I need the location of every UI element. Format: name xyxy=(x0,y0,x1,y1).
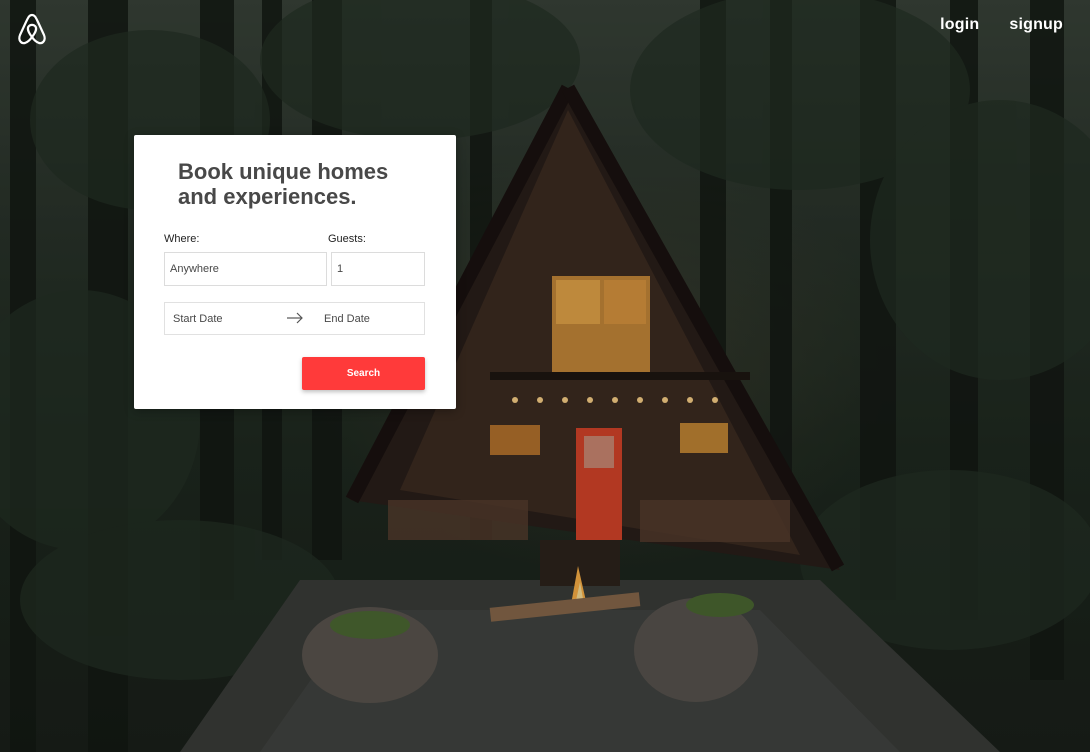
guests-label: Guests: xyxy=(328,233,366,245)
booking-card: Book unique homes and experiences. Where… xyxy=(134,135,456,409)
where-input[interactable] xyxy=(164,252,327,286)
start-date-input[interactable]: Start Date xyxy=(173,313,223,325)
where-label: Where: xyxy=(164,233,200,245)
arrow-right-icon xyxy=(287,312,303,324)
signup-link[interactable]: signup xyxy=(1009,16,1063,34)
airbnb-belo-icon xyxy=(18,13,46,45)
guests-input[interactable] xyxy=(331,252,425,286)
airbnb-logo[interactable] xyxy=(16,12,48,46)
date-range-picker[interactable]: Start Date End Date xyxy=(164,302,425,335)
end-date-input[interactable]: End Date xyxy=(324,313,370,325)
card-title: Book unique homes and experiences. xyxy=(178,159,389,209)
top-nav: login signup xyxy=(940,16,1063,34)
login-link[interactable]: login xyxy=(940,16,979,34)
search-button[interactable]: Search xyxy=(302,357,425,390)
